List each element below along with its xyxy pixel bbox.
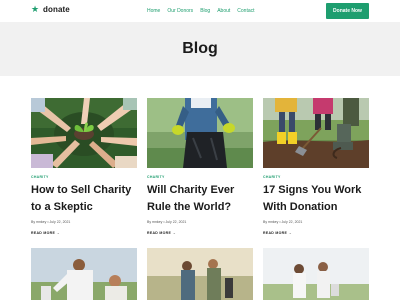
post-title-line-2: Rule the World? — [147, 201, 232, 213]
blog-card: CHARITY 17 Signs You Work With Donation … — [263, 98, 369, 235]
post-image-cleanup-team[interactable] — [147, 248, 253, 300]
post-meta: By mnkey • July 22, 2021 — [31, 220, 71, 224]
post-category[interactable]: CHARITY — [263, 175, 369, 179]
post-image-hands[interactable] — [31, 98, 137, 168]
read-more-link[interactable]: READ MORE → — [263, 231, 369, 235]
logo-text: donate — [43, 5, 70, 14]
main-nav: Home Our Donors Blog About Contact — [147, 8, 255, 14]
post-title-line-1: Will Charity Ever — [147, 184, 235, 196]
site-logo[interactable]: ★ donate — [31, 4, 70, 15]
post-title-line-1: How to Sell Charity — [31, 184, 132, 196]
nav-item-contact[interactable]: Contact — [237, 8, 254, 14]
nav-item-our-donors[interactable]: Our Donors — [167, 8, 193, 14]
page-title: Blog — [182, 40, 218, 57]
read-more-link[interactable]: READ MORE → — [147, 231, 253, 235]
post-title-line-2: With Donation — [263, 201, 338, 213]
post-image-volunteers-outdoor[interactable] — [31, 248, 137, 300]
read-more-link[interactable]: READ MORE → — [31, 231, 137, 235]
post-image-volunteer[interactable] — [147, 98, 253, 168]
post-title[interactable]: 17 Signs You Work With Donation — [263, 182, 369, 216]
post-title[interactable]: How to Sell Charity to a Skeptic — [31, 182, 137, 216]
post-category[interactable]: CHARITY — [31, 175, 137, 179]
post-title-line-2: to a Skeptic — [31, 201, 93, 213]
post-title-line-1: 17 Signs You Work — [263, 184, 362, 196]
nav-item-about[interactable]: About — [217, 8, 230, 14]
donate-now-button[interactable]: Donate Now — [326, 3, 369, 19]
post-meta: By mnkey • July 22, 2021 — [263, 220, 303, 224]
blog-card: CHARITY How to Sell Charity to a Skeptic… — [31, 98, 137, 235]
post-title[interactable]: Will Charity Ever Rule the World? — [147, 182, 253, 216]
star-icon: ★ — [31, 4, 40, 14]
site-header: ★ donate Home Our Donors Blog About Cont… — [0, 0, 400, 22]
post-category[interactable]: CHARITY — [147, 175, 253, 179]
post-meta: By mnkey • July 22, 2021 — [147, 220, 187, 224]
blog-card: CHARITY Will Charity Ever Rule the World… — [147, 98, 253, 235]
nav-item-blog[interactable]: Blog — [200, 8, 210, 14]
post-image-planting[interactable] — [263, 98, 369, 168]
post-image-walking-volunteers[interactable] — [263, 248, 369, 300]
nav-item-home[interactable]: Home — [147, 8, 160, 14]
page-hero: Blog — [0, 22, 400, 76]
